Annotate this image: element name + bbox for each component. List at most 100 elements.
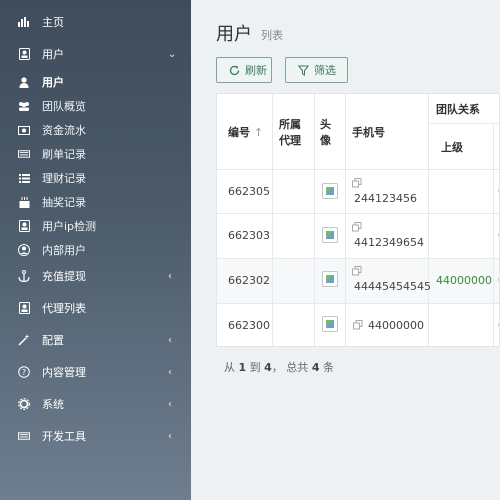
header-id[interactable]: 编号 ↑ — [228, 124, 263, 140]
refresh-button[interactable]: 刷新 — [216, 57, 272, 83]
user-card-icon — [18, 48, 30, 60]
sidebar-item-label: 用户 — [42, 76, 64, 89]
header-team: 团队关系 — [436, 103, 480, 116]
sidebar-item-dev-tools[interactable]: 开发工具 ‹ — [0, 424, 191, 448]
sidebar-item-label: 代理列表 — [42, 302, 86, 315]
anchor-icon — [18, 270, 30, 282]
sidebar-item-content[interactable]: ? 内容管理 ‹ — [0, 360, 191, 384]
cake-icon — [18, 196, 30, 208]
refresh-label: 刷新 — [245, 64, 267, 77]
svg-text:?: ? — [22, 368, 26, 377]
cell-phone: 44000000 — [368, 319, 424, 332]
cell-id: 662303 — [228, 229, 270, 242]
cell-phone: 44445454545 — [354, 280, 431, 293]
bar-chart-icon — [18, 16, 30, 28]
sidebar-item-label: 开发工具 — [42, 430, 86, 443]
user-circle-icon — [18, 244, 30, 256]
cell-phone: 244123456 — [354, 192, 417, 205]
sidebar-item-system[interactable]: 系统 ‹ — [0, 392, 191, 416]
header-parent: 上级 — [441, 141, 463, 154]
sidebar-subitem-team-overview[interactable]: 团队概览 — [0, 94, 191, 118]
page-subtitle: 列表 — [261, 29, 283, 42]
sidebar-item-label: 配置 — [42, 334, 64, 347]
sidebar-item-config[interactable]: 配置 ‹ — [0, 328, 191, 352]
sidebar-item-label: 理财记录 — [42, 172, 86, 185]
sidebar-item-label: 抽奖记录 — [42, 196, 86, 209]
person-icon — [18, 76, 30, 88]
sidebar-item-home[interactable]: 主页 — [0, 10, 191, 34]
divider — [217, 258, 499, 259]
cell-parent-link[interactable]: 44000000 — [436, 274, 492, 287]
sidebar-item-label: 系统 — [42, 398, 64, 411]
sidebar-subitem-internal-users[interactable]: 内部用户 — [0, 238, 191, 262]
sidebar-item-label: 团队概览 — [42, 100, 86, 113]
sidebar-item-label: 刷单记录 — [42, 148, 86, 161]
divider — [217, 169, 499, 170]
sidebar-item-label: 充值提现 — [42, 270, 86, 283]
chevron-down-icon: ⌄ — [168, 48, 177, 60]
cell-phone: 4412349654 — [354, 236, 424, 249]
copy-icon[interactable] — [352, 222, 362, 232]
avatar — [322, 183, 338, 199]
page-title: 用户 — [216, 24, 252, 45]
sidebar-item-users[interactable]: 用户 ⌄ — [0, 42, 191, 66]
sidebar-subitem-fund-flow[interactable]: 资金流水 — [0, 118, 191, 142]
avatar — [322, 271, 338, 287]
magic-icon — [18, 334, 30, 346]
pagination-summary: 从 1 到 4， 总共 4 条 — [224, 361, 334, 374]
sidebar-item-label: 资金流水 — [42, 124, 86, 137]
divider — [345, 94, 346, 346]
divider — [217, 303, 499, 304]
cell-id: 662302 — [228, 274, 270, 287]
header-agent: 所属 代理 — [279, 118, 301, 147]
divider — [272, 94, 273, 346]
cell-id: 662305 — [228, 185, 270, 198]
divider — [428, 94, 429, 346]
sidebar-item-label: 内容管理 — [42, 366, 86, 379]
divider — [493, 123, 494, 346]
main-content: 用户 列表 刷新 筛选 编号 ↑ 所属 代理 头像 手机号 团队关系 上级 66… — [191, 0, 500, 500]
sidebar-item-agent-list[interactable]: 代理列表 — [0, 296, 191, 320]
chevron-left-icon: ‹ — [168, 366, 172, 378]
sidebar-item-label: 用户ip检测 — [42, 220, 97, 233]
sidebar-subitem-finance-records[interactable]: 理财记录 — [0, 166, 191, 190]
divider — [428, 123, 499, 124]
divider — [217, 213, 499, 214]
avatar — [322, 227, 338, 243]
question-icon: ? — [18, 366, 30, 378]
team-icon — [18, 100, 30, 112]
sidebar-item-recharge-withdraw[interactable]: 充值提现 ‹ — [0, 264, 191, 288]
gear-icon — [18, 398, 30, 410]
sidebar-subitem-lottery-records[interactable]: 抽奖记录 — [0, 190, 191, 214]
divider — [314, 94, 315, 346]
header-avatar: 头像 — [320, 118, 331, 147]
cell-id: 662300 — [228, 319, 270, 332]
sidebar-item-label: 用户 — [42, 48, 64, 61]
header-phone: 手机号 — [352, 126, 385, 139]
list-icon — [18, 172, 30, 184]
money-icon — [18, 124, 30, 136]
keyboard-icon — [18, 430, 30, 442]
sidebar-subitem-users[interactable]: 用户 — [0, 70, 191, 94]
copy-icon[interactable] — [352, 178, 362, 188]
filter-button[interactable]: 筛选 — [285, 57, 348, 83]
chevron-left-icon: ‹ — [168, 398, 172, 410]
sort-arrow-icon[interactable]: ↑ — [254, 126, 263, 139]
avatar — [322, 316, 338, 332]
user-card-icon — [18, 302, 30, 314]
sidebar: 主页 用户 ⌄ 用户 团队概览 资金流水 刷单记录 理财记录 抽奖记录 用户ip… — [0, 0, 191, 500]
sidebar-subitem-order-records[interactable]: 刷单记录 — [0, 142, 191, 166]
chevron-left-icon: ‹ — [168, 270, 172, 282]
chevron-left-icon: ‹ — [168, 430, 172, 442]
sidebar-item-label: 内部用户 — [42, 244, 86, 257]
chevron-left-icon: ‹ — [168, 334, 172, 346]
copy-icon[interactable] — [352, 266, 362, 276]
copy-icon[interactable] — [353, 320, 363, 330]
keyboard-icon — [18, 148, 30, 160]
refresh-icon — [229, 65, 240, 76]
sidebar-item-label: 主页 — [42, 16, 64, 29]
users-table: 编号 ↑ 所属 代理 头像 手机号 团队关系 上级 662305 24412345… — [216, 93, 500, 347]
filter-icon — [298, 65, 309, 76]
filter-label: 筛选 — [314, 64, 336, 77]
sidebar-subitem-ip-check[interactable]: 用户ip检测 — [0, 214, 191, 238]
